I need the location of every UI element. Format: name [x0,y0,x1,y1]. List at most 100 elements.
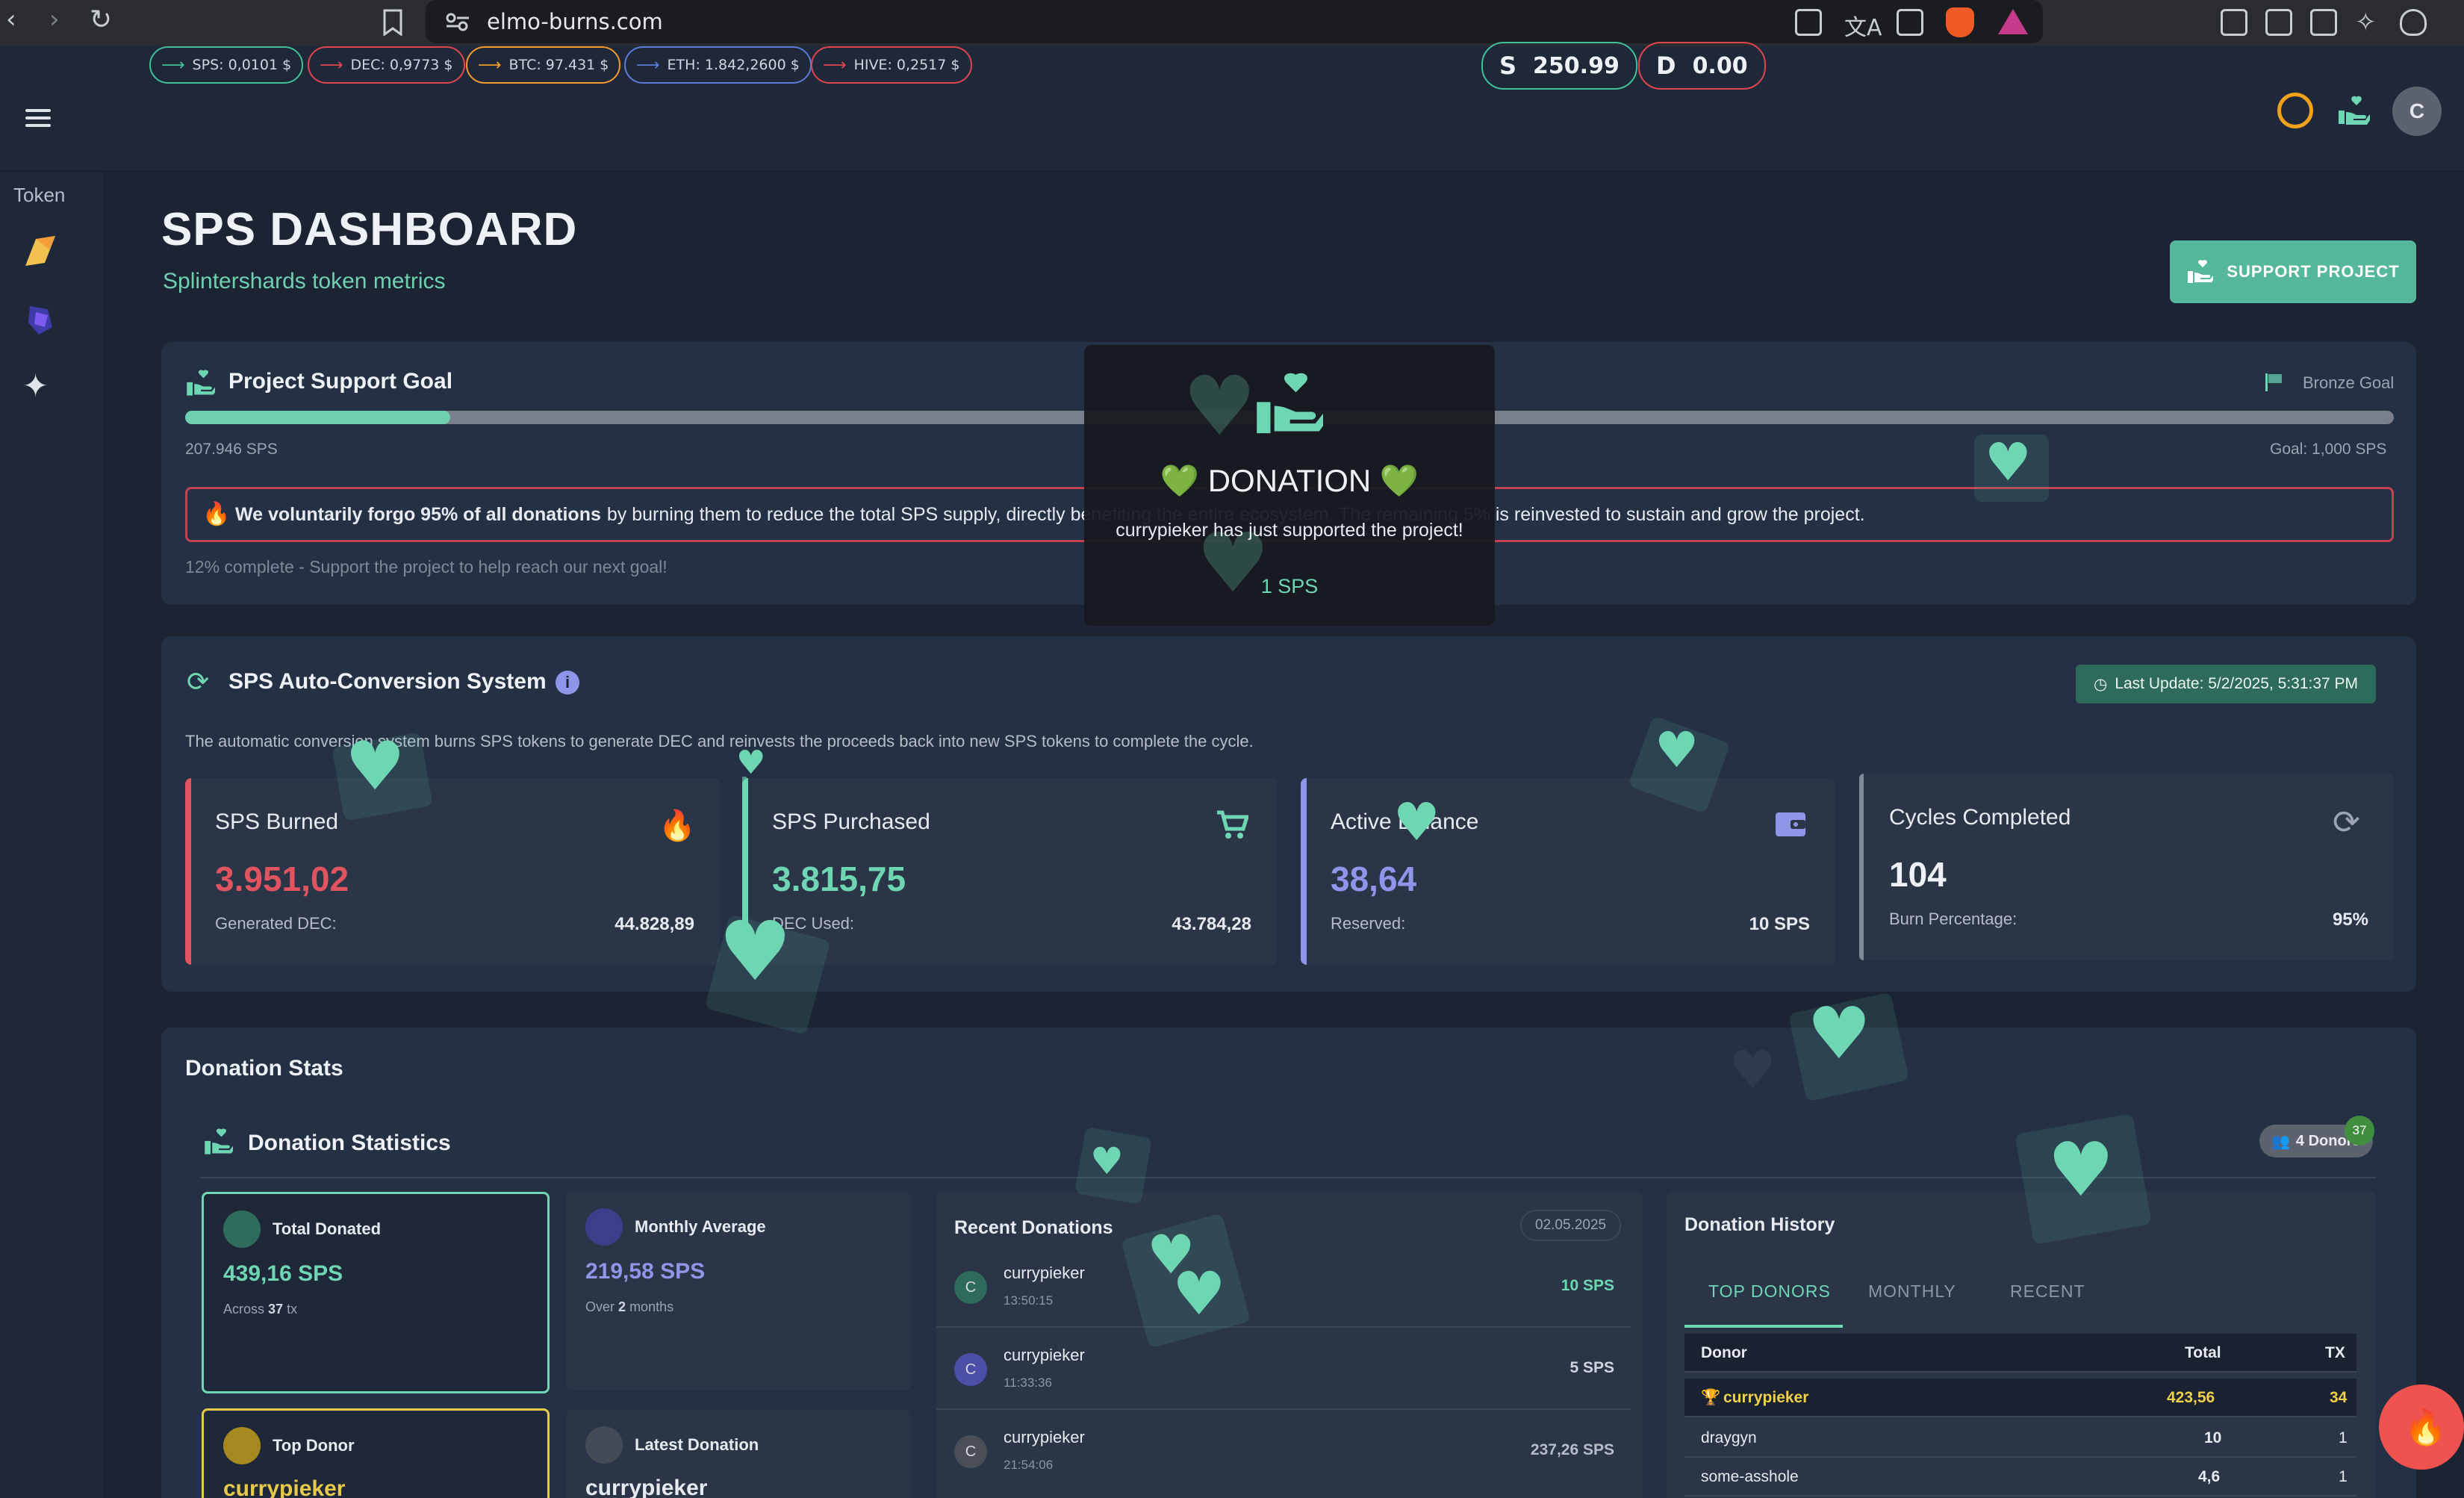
donate-hand-icon[interactable] [2337,94,2370,127]
heart-icon: ♥ [718,904,792,999]
left-sidebar: Token ✦ [0,172,103,1498]
leo-ai-icon[interactable]: ✧ [2355,7,2377,37]
latest-donation-card: Latest Donation currypieker [566,1410,911,1498]
stat-sub-label: Burn Percentage: [1889,910,2017,928]
donation-row[interactable]: C currypieker 13:50:15 10 SPS [936,1247,1631,1328]
clock-icon: ◷ [2094,675,2108,693]
monthly-note: Over 2 months [585,1299,674,1314]
goal-current: 207.946 SPS [185,441,278,458]
sidebar-label: Token [13,184,66,206]
balance-d[interactable]: D 0.00 [1638,42,1766,90]
balance-s[interactable]: S 250.99 [1481,42,1637,90]
share-icon[interactable] [1897,9,1923,36]
heart-icon: ♥ [2047,1126,2115,1213]
brave-rewards-icon[interactable] [1998,9,2028,34]
history-row[interactable]: some-asshole 4,6 1 [1684,1458,2356,1497]
goal-complete-text: 12% complete - Support the project to he… [185,557,668,576]
heart-icon: ♥ [1172,1259,1226,1328]
donation-row[interactable]: C currypieker 11:33:36 5 SPS [936,1329,1631,1410]
last-update-badge: ◷ Last Update: 5/2/2025, 5:31:37 PM [2076,665,2377,703]
flame-icon: 🔥 [202,502,231,526]
menu-icon[interactable] [25,109,51,131]
user-avatar[interactable]: C [2392,87,2442,136]
stat-value: 38,64 [1331,860,1417,898]
sidebar-toggle-icon[interactable] [2265,9,2292,36]
site-settings-icon[interactable] [445,12,470,31]
donation-panel-title: Donation Statistics [248,1131,451,1155]
dec-token-icon[interactable] [22,302,58,338]
heart-icon: ♥ [1729,1039,1776,1101]
arrow-right-icon: ⟶ [823,55,847,75]
popup-amount: 1 SPS [1260,575,1319,597]
stat-card-sps-purchased: SPS Purchased 3.815,75 DEC Used: 43.784,… [742,778,1277,965]
donate-hand-icon [2188,260,2214,283]
arrow-right-icon: ⟶ [161,55,185,75]
burn-fab-button[interactable]: 🔥 [2379,1384,2464,1470]
stat-value: 3.815,75 [772,860,906,898]
popup-message: currypieker has just supported the proje… [1116,520,1463,541]
history-row[interactable]: draygyn 10 1 [1684,1419,2356,1458]
history-row[interactable]: 🏆 currypieker 423,56 34 [1684,1379,2356,1417]
popup-title: 💚 DONATION 💚 [1160,463,1419,498]
avatar: C [954,1435,987,1468]
donation-row[interactable]: C currypieker 21:54:06 237,26 SPS [936,1411,1631,1492]
tab-top-donors[interactable]: TOP DONORS [1708,1281,1831,1302]
heart-icon: ♥ [1807,992,1872,1075]
heart-icon: ♥ [1985,432,2032,493]
browser-toolbar: ‹ › ↻ elmo-burns.com 文A ✧ [0,0,2464,46]
accent-bar [1859,774,1864,960]
donate-hand-icon [205,1128,233,1154]
info-icon[interactable]: i [556,671,579,694]
sparkles-icon[interactable]: ✦ [22,367,49,404]
stat-card-sps-burned: SPS Burned 3.951,02 Generated DEC: 44.82… [185,778,720,965]
reload-icon[interactable]: ↻ [90,4,112,35]
top-donor-card: Top Donor currypieker [202,1408,550,1498]
ticker-sps[interactable]: ⟶ SPS: 0,0101 $ [149,46,304,84]
avatar: C [954,1271,987,1304]
donate-hand-icon [1257,373,1323,434]
forward-icon[interactable]: › [49,4,60,34]
ticker-dec[interactable]: ⟶ DEC: 0,9773 $ [308,46,465,84]
open-external-icon[interactable] [1795,9,1822,36]
translate-icon[interactable]: 文A [1844,9,1882,42]
total-note: Across 37 tx [223,1302,298,1317]
stat-sub-label: Reserved: [1331,914,1406,933]
accent-bar [185,778,191,965]
stat-sub-value: 43.784,28 [1172,914,1251,934]
stat-card-cycles: Cycles Completed 104 Burn Percentage: 95… [1859,774,2394,960]
support-project-button[interactable]: SUPPORT PROJECT [2170,240,2416,303]
sps-token-icon[interactable] [22,233,58,269]
ticker-eth[interactable]: ⟶ ETH: 1.842,2600 $ [624,46,812,84]
stat-sub-value: 44.828,89 [615,914,694,934]
ticker-btc[interactable]: ⟶ BTC: 97.431 $ [466,46,621,84]
wallet-icon[interactable] [2310,9,2337,36]
coin-icon[interactable] [2277,93,2313,128]
stat-sub-value: 10 SPS [1749,914,1810,934]
heart-icon: ♥ [1655,721,1699,779]
tab-monthly[interactable]: MONTHLY [1868,1281,1956,1302]
bookmark-icon[interactable] [382,9,403,36]
trophy-icon [223,1427,261,1464]
extensions-icon[interactable] [2221,9,2247,36]
arrow-right-icon: ⟶ [478,55,502,75]
trophy-icon: 🏆 [1701,1389,1721,1406]
tab-recent[interactable]: RECENT [2010,1281,2085,1302]
heart-icon: ♥ [1090,1140,1124,1183]
heart-icon: ♥ [345,727,405,806]
vpn-icon[interactable] [2400,9,2427,36]
heart-icon: ♥ [1183,358,1257,454]
users-icon: 👥 [2271,1133,2290,1150]
back-icon[interactable]: ‹ [6,4,16,34]
monthly-average-card: Monthly Average 219,58 SPS Over 2 months [566,1192,911,1390]
conversion-title: SPS Auto-Conversion System [228,669,547,694]
brave-shield-icon[interactable] [1946,7,1974,37]
ticker-hive[interactable]: ⟶ HIVE: 0,2517 $ [811,46,972,84]
history-table-header: Donor Total TX [1684,1334,2356,1373]
heart-icon: ♥ [1393,792,1440,853]
donate-hand-icon [187,370,215,396]
stat-sub-label: Generated DEC: [215,914,337,933]
url-text: elmo-burns.com [487,9,663,34]
active-tab-indicator [1684,1325,1843,1328]
stat-name: Cycles Completed [1889,805,2071,830]
trend-up-icon [585,1208,623,1246]
